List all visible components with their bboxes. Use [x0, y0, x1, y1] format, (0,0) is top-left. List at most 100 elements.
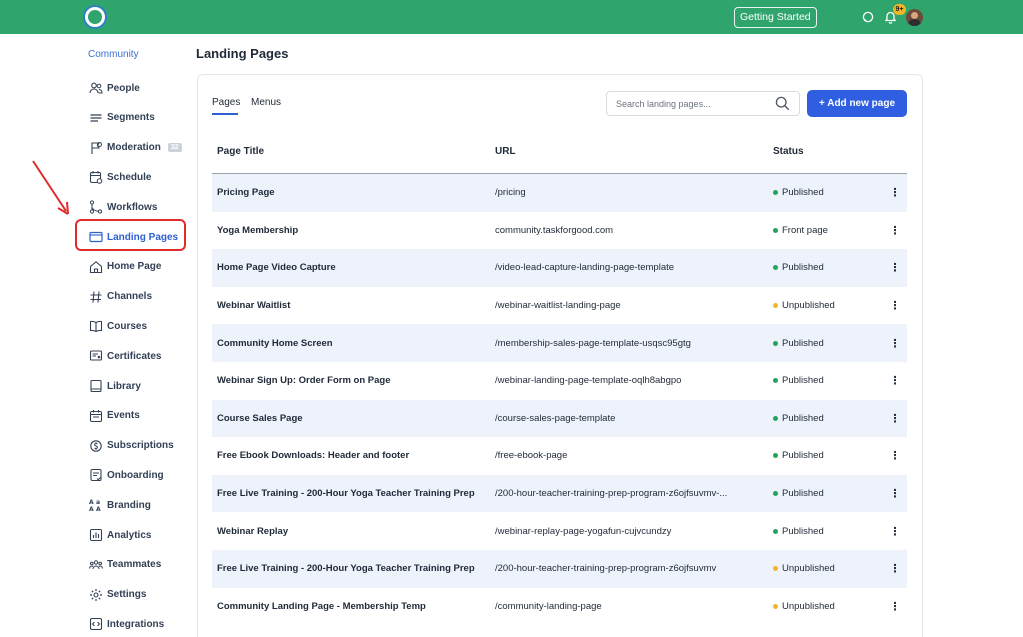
sidebar-item-label: Moderation: [107, 142, 161, 154]
sidebar-item-settings[interactable]: Settings: [89, 584, 146, 606]
table-row[interactable]: Free Live Training - 200-Hour Yoga Teach…: [212, 474, 907, 513]
more-options-icon[interactable]: ⋮: [890, 174, 901, 212]
status-cell: Published: [773, 324, 824, 362]
table-row[interactable]: Webinar Replay/webinar-replay-page-yogaf…: [212, 512, 907, 550]
page-title-cell[interactable]: Webinar Replay: [217, 512, 288, 550]
library-icon: [89, 379, 103, 393]
sidebar-item-branding[interactable]: Aa A A Branding: [89, 494, 151, 516]
url-cell[interactable]: /course-sales-page-template: [495, 400, 615, 438]
table-row[interactable]: Yoga Membership community.taskforgood.com…: [212, 212, 907, 250]
column-header-status[interactable]: Status: [773, 146, 804, 157]
sidebar-item-schedule[interactable]: Schedule: [89, 166, 151, 188]
more-options-icon[interactable]: ⋮: [890, 437, 901, 475]
page-title-cell[interactable]: Community Landing Page - Membership Temp: [217, 588, 426, 626]
sidebar-item-integrations[interactable]: Integrations: [89, 613, 164, 635]
page-title-cell[interactable]: Free Live Training - 200-Hour Yoga Teach…: [217, 475, 475, 513]
table-row[interactable]: Community Home Screen/membership-sales-p…: [212, 324, 907, 362]
search-input[interactable]: [616, 97, 766, 111]
sidebar-item-segments[interactable]: Segments: [89, 107, 155, 129]
sidebar-item-moderation[interactable]: Moderation 32: [89, 137, 182, 159]
sidebar-item-label: Schedule: [107, 171, 152, 183]
red-arrow-annotation: [32, 160, 69, 215]
sidebar-item-people[interactable]: People: [89, 77, 140, 99]
column-header-url[interactable]: URL: [495, 146, 516, 157]
sidebar-item-label: Certificates: [107, 350, 162, 362]
table-row[interactable]: Free Live Training - 200-Hour Yoga Teach…: [212, 550, 907, 588]
url-cell[interactable]: /community-landing-page: [495, 588, 602, 626]
table-row[interactable]: Pricing Page/pricing Published ⋮: [212, 174, 907, 212]
search-field[interactable]: [606, 91, 800, 116]
sidebar-item-library[interactable]: Library: [89, 375, 141, 397]
more-options-icon[interactable]: ⋮: [890, 249, 901, 287]
more-options-icon[interactable]: ⋮: [890, 512, 901, 550]
sidebar-item-courses[interactable]: Courses: [89, 315, 147, 337]
url-cell[interactable]: /webinar-waitlist-landing-page: [495, 287, 621, 325]
sidebar-item-channels[interactable]: Channels: [89, 286, 152, 308]
url-cell[interactable]: /free-ebook-page: [495, 437, 567, 475]
table-row[interactable]: Community Landing Page - Membership Temp…: [212, 588, 907, 626]
sidebar-item-label: Onboarding: [107, 469, 164, 481]
sidebar-item-home-page[interactable]: Home Page: [89, 256, 161, 278]
table-row[interactable]: Course Sales Page/course-sales-page-temp…: [212, 399, 907, 438]
sidebar-item-onboarding[interactable]: Onboarding: [89, 464, 164, 486]
sidebar-item-certificates[interactable]: Certificates: [89, 345, 161, 367]
status-dot-icon: [773, 340, 778, 346]
home-icon: [89, 260, 103, 274]
sidebar-item-subscriptions[interactable]: Subscriptions: [89, 435, 174, 457]
more-options-icon[interactable]: ⋮: [890, 475, 901, 513]
sidebar-item-label: Segments: [107, 112, 155, 124]
sidebar-item-label: Courses: [107, 320, 148, 332]
more-options-icon[interactable]: ⋮: [890, 588, 901, 626]
app-logo[interactable]: [83, 5, 107, 29]
user-avatar[interactable]: [906, 9, 923, 26]
chat-icon[interactable]: [862, 11, 874, 23]
url-cell[interactable]: /video-lead-capture-landing-page-templat…: [495, 249, 674, 287]
sidebar-item-teammates[interactable]: Teammates: [89, 554, 161, 576]
url-cell[interactable]: /webinar-replay-page-yogafun-cujvcundzy: [495, 512, 671, 550]
more-options-icon[interactable]: ⋮: [890, 362, 901, 400]
more-options-icon[interactable]: ⋮: [890, 400, 901, 438]
page-title-cell[interactable]: Free Live Training - 200-Hour Yoga Teach…: [217, 550, 475, 588]
page-title-cell[interactable]: Home Page Video Capture: [217, 249, 336, 287]
sidebar-item-analytics[interactable]: Analytics: [89, 524, 151, 546]
sidebar-item-workflows[interactable]: Workflows: [89, 196, 157, 218]
url-cell[interactable]: /200-hour-teacher-training-prep-program-…: [495, 550, 716, 588]
status-cell: Unpublished: [773, 550, 835, 588]
gear-icon: [89, 588, 103, 602]
more-options-icon[interactable]: ⋮: [890, 212, 901, 250]
add-new-page-button[interactable]: + Add new page: [807, 90, 907, 117]
search-icon[interactable]: [775, 96, 790, 111]
page-title-cell[interactable]: Yoga Membership: [217, 212, 298, 250]
tab-pages[interactable]: Pages: [212, 97, 240, 108]
page-title-cell[interactable]: Course Sales Page: [217, 400, 303, 438]
sidebar-item-label: Teammates: [107, 559, 162, 571]
status-label: Published: [782, 488, 824, 500]
tab-menus[interactable]: Menus: [251, 97, 281, 108]
getting-started-button[interactable]: Getting Started: [734, 7, 817, 28]
sidebar-item-label: Settings: [107, 589, 147, 601]
sidebar-item-label: People: [107, 82, 140, 94]
status-label: Front page: [782, 224, 828, 236]
table-row[interactable]: Home Page Video Capture/video-lead-captu…: [212, 249, 907, 287]
column-header-page-title[interactable]: Page Title: [217, 146, 264, 157]
url-cell[interactable]: community.taskforgood.com: [495, 212, 613, 250]
url-cell[interactable]: /pricing: [495, 174, 526, 212]
more-options-icon[interactable]: ⋮: [890, 324, 901, 362]
sidebar-section-label[interactable]: Community: [88, 49, 139, 60]
book-open-icon: [89, 319, 103, 333]
status-cell: Published: [773, 400, 824, 438]
url-cell[interactable]: /webinar-landing-page-template-oqlh8abgp…: [495, 362, 681, 400]
table-row[interactable]: Webinar Waitlist/webinar-waitlist-landin…: [212, 287, 907, 325]
sidebar-item-events[interactable]: Events: [89, 405, 140, 427]
url-cell[interactable]: /200-hour-teacher-training-prep-program-…: [495, 475, 727, 513]
page-title-cell[interactable]: Webinar Sign Up: Order Form on Page: [217, 362, 390, 400]
page-title-cell[interactable]: Community Home Screen: [217, 324, 333, 362]
more-options-icon[interactable]: ⋮: [890, 550, 901, 588]
page-title-cell[interactable]: Free Ebook Downloads: Header and footer: [217, 437, 409, 475]
url-cell[interactable]: /membership-sales-page-template-usqsc95g…: [495, 324, 691, 362]
page-title-cell[interactable]: Webinar Waitlist: [217, 287, 290, 325]
table-row[interactable]: Webinar Sign Up: Order Form on Page/webi…: [212, 362, 907, 400]
page-title-cell[interactable]: Pricing Page: [217, 174, 275, 212]
more-options-icon[interactable]: ⋮: [890, 287, 901, 325]
table-row[interactable]: Free Ebook Downloads: Header and footer /…: [212, 437, 907, 475]
